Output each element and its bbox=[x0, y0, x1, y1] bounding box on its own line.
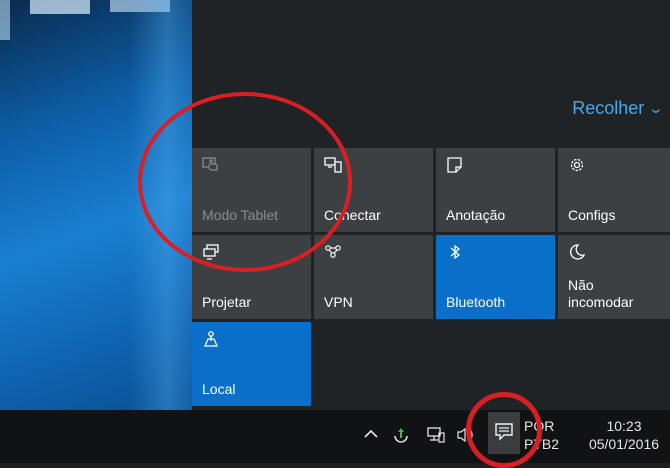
tile-settings[interactable]: Configs bbox=[558, 148, 670, 232]
tile-label: Configs bbox=[568, 207, 616, 223]
collapse-label: Recolher bbox=[572, 98, 645, 118]
taskbar bbox=[0, 410, 670, 463]
system-clock[interactable]: 10:23 05/01/2016 bbox=[582, 417, 666, 453]
tile-location[interactable]: Local bbox=[192, 322, 311, 406]
notification-icon bbox=[494, 421, 514, 446]
collapse-button[interactable]: Recolher ⌄ bbox=[572, 98, 665, 119]
desktop-wallpaper bbox=[0, 0, 192, 410]
update-icon[interactable] bbox=[392, 426, 410, 450]
network-icon[interactable] bbox=[426, 426, 446, 450]
bluetooth-icon bbox=[446, 243, 464, 265]
clock-time: 10:23 bbox=[606, 418, 642, 434]
tile-tablet-mode[interactable]: Modo Tablet bbox=[192, 148, 311, 232]
connect-icon bbox=[324, 156, 342, 178]
light-beam bbox=[0, 0, 10, 40]
light-beam bbox=[30, 0, 90, 14]
chevron-up-icon[interactable] bbox=[363, 426, 379, 448]
tile-label: Conectar bbox=[324, 207, 381, 223]
tile-label: Não incomodar bbox=[568, 277, 634, 310]
tile-label: VPN bbox=[324, 294, 353, 310]
tablet-mode-icon bbox=[202, 156, 220, 178]
language-indicator[interactable]: POR PTB2 bbox=[524, 417, 559, 453]
notification-button[interactable] bbox=[488, 412, 520, 454]
chevron-down-icon: ⌄ bbox=[647, 100, 665, 116]
note-icon bbox=[446, 156, 464, 178]
tile-note[interactable]: Anotação bbox=[436, 148, 555, 232]
language-code: POR bbox=[524, 418, 555, 434]
tile-bluetooth[interactable]: Bluetooth bbox=[436, 235, 555, 319]
action-center-panel: Recolher ⌄ Modo Tablet Conectar Anotação… bbox=[192, 0, 670, 410]
volume-icon[interactable] bbox=[456, 426, 476, 450]
tile-connect[interactable]: Conectar bbox=[314, 148, 433, 232]
location-icon bbox=[202, 330, 220, 352]
gear-icon bbox=[568, 156, 586, 178]
tile-quiet-hours[interactable]: Não incomodar bbox=[558, 235, 670, 319]
clock-date: 05/01/2016 bbox=[588, 436, 660, 452]
tile-label: Bluetooth bbox=[446, 294, 506, 310]
tile-label: Local bbox=[202, 381, 236, 397]
project-icon bbox=[202, 243, 220, 265]
tile-label: Projetar bbox=[202, 294, 252, 310]
vpn-icon bbox=[324, 243, 342, 265]
tile-label: Anotação bbox=[446, 207, 506, 223]
tile-vpn[interactable]: VPN bbox=[314, 235, 433, 319]
keyboard-layout: PTB2 bbox=[524, 436, 560, 452]
wallpaper-glow bbox=[130, 0, 192, 410]
tile-project[interactable]: Projetar bbox=[192, 235, 311, 319]
tile-label: Modo Tablet bbox=[202, 207, 279, 223]
moon-icon bbox=[568, 243, 586, 265]
